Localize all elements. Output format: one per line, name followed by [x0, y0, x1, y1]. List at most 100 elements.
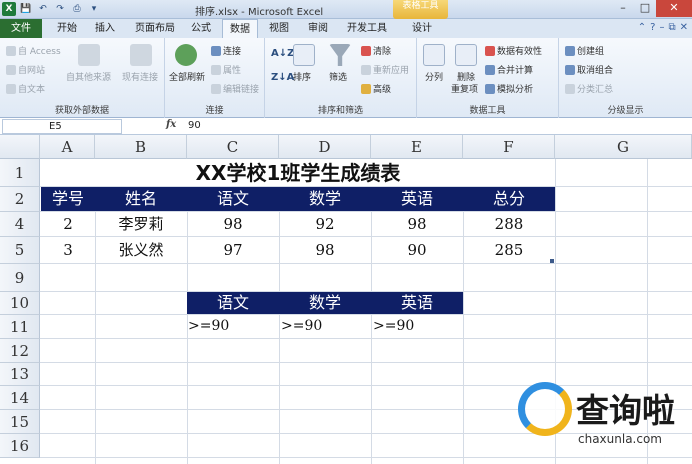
web-icon [6, 65, 16, 75]
sort-za-icon[interactable]: Z↓A [271, 72, 294, 83]
tab-review[interactable]: 审阅 [300, 19, 336, 38]
table-cell[interactable]: 288 [463, 212, 555, 236]
column-header-b[interactable]: B [95, 135, 187, 159]
header-cell-total[interactable]: 总分 [463, 187, 555, 211]
clear-filter-button[interactable]: 清除 [361, 44, 391, 57]
redo-icon[interactable]: ↷ [53, 2, 67, 16]
column-header-f[interactable]: F [463, 135, 555, 159]
data-validation-button[interactable]: 数据有效性 [485, 44, 542, 57]
print-icon[interactable]: ⎙ [70, 2, 84, 16]
from-web-button[interactable]: 自网站 [6, 63, 45, 76]
close-icon[interactable]: ✕ [656, 0, 692, 17]
undo-icon[interactable]: ↶ [36, 2, 50, 16]
group-button[interactable]: 创建组 [565, 44, 604, 57]
refresh-all-button[interactable]: 全部刷新 [169, 70, 205, 83]
column-header-a[interactable]: A [40, 135, 95, 159]
reapply-button[interactable]: 重新应用 [361, 63, 409, 76]
what-if-button[interactable]: 模拟分析 [485, 82, 533, 95]
text-to-columns-button[interactable]: 分列 [425, 70, 443, 83]
close-workbook-icon[interactable]: ✕ [680, 22, 688, 33]
table-cell[interactable]: 张义然 [95, 237, 187, 263]
table-cell[interactable]: 285 [463, 237, 555, 263]
sheet-title: XX学校1班学生成绩表 [195, 161, 401, 185]
tab-formulas[interactable]: 公式 [184, 19, 218, 38]
tab-data[interactable]: 数据 [222, 19, 258, 38]
ungroup-button[interactable]: 取消组合 [565, 63, 613, 76]
row-header-10[interactable]: 10 [0, 292, 40, 315]
connections-button[interactable]: 连接 [211, 44, 241, 57]
customize-icon[interactable]: ▾ [87, 2, 101, 16]
row-header-11[interactable]: 11 [0, 315, 40, 339]
tab-design[interactable]: 设计 [402, 19, 442, 38]
criteria-value-english[interactable]: >=90 [373, 318, 414, 334]
table-resize-handle[interactable] [550, 259, 554, 263]
from-text-button[interactable]: 自文本 [6, 82, 45, 95]
minimize-icon[interactable]: – [612, 0, 634, 17]
row-header-14[interactable]: 14 [0, 386, 40, 410]
filter-button[interactable]: 筛选 [329, 70, 347, 83]
header-cell-math[interactable]: 数学 [279, 187, 371, 211]
table-cell[interactable]: 90 [371, 237, 463, 263]
insert-function-icon[interactable]: fx [166, 119, 176, 130]
existing-connections-button[interactable]: 现有连接 [122, 70, 158, 83]
criteria-header-chinese[interactable]: 语文 [187, 292, 279, 314]
column-header-d[interactable]: D [279, 135, 371, 159]
table-cell[interactable]: 3 [41, 237, 95, 263]
from-access-button[interactable]: 自 Access [6, 44, 61, 57]
restore-workbook-icon[interactable]: ⧉ [668, 22, 675, 33]
row-header-5[interactable]: 5 [0, 237, 40, 264]
row-header-4[interactable]: 4 [0, 212, 40, 237]
row-header-2[interactable]: 2 [0, 187, 40, 212]
table-cell[interactable]: 98 [279, 237, 371, 263]
consolidate-button[interactable]: 合并计算 [485, 63, 533, 76]
tab-insert[interactable]: 插入 [88, 19, 122, 38]
header-cell-name[interactable]: 姓名 [95, 187, 187, 211]
table-cell[interactable]: 97 [187, 237, 279, 263]
column-header-e[interactable]: E [371, 135, 463, 159]
row-header-15[interactable]: 15 [0, 410, 40, 434]
save-icon[interactable]: 💾 [19, 2, 33, 16]
other-sources-button[interactable]: 自其他来源 [66, 70, 111, 83]
subtotal-button[interactable]: 分类汇总 [565, 82, 613, 95]
column-header-c[interactable]: C [187, 135, 279, 159]
row-header-12[interactable]: 12 [0, 339, 40, 363]
maximize-icon[interactable]: □ [634, 0, 656, 17]
header-cell-chinese[interactable]: 语文 [187, 187, 279, 211]
tab-view[interactable]: 视图 [262, 19, 296, 38]
tab-page-layout[interactable]: 页面布局 [128, 19, 182, 38]
minimize-workbook-icon[interactable]: – [659, 22, 664, 33]
row-header-16[interactable]: 16 [0, 434, 40, 458]
row-header-9[interactable]: 9 [0, 264, 40, 292]
access-icon [6, 46, 16, 56]
column-header-g[interactable]: G [555, 135, 692, 159]
table-cell[interactable]: 98 [371, 212, 463, 236]
advanced-filter-button[interactable]: 高级 [361, 82, 391, 95]
tab-home[interactable]: 开始 [50, 19, 84, 38]
criteria-value-math[interactable]: >=90 [281, 318, 322, 334]
edit-links-button[interactable]: 编辑链接 [211, 82, 259, 95]
text-to-columns-icon [423, 44, 445, 66]
row-header-13[interactable]: 13 [0, 363, 40, 386]
table-cell[interactable]: 2 [41, 212, 95, 236]
help-icon[interactable]: ? [650, 22, 655, 33]
tab-developer[interactable]: 开发工具 [340, 19, 394, 38]
table-cell[interactable]: 92 [279, 212, 371, 236]
header-cell-id[interactable]: 学号 [41, 187, 95, 211]
criteria-header-english[interactable]: 英语 [371, 292, 463, 314]
sort-button[interactable]: 排序 [293, 70, 311, 83]
clear-icon [361, 46, 371, 56]
criteria-header-math[interactable]: 数学 [279, 292, 371, 314]
header-cell-english[interactable]: 英语 [371, 187, 463, 211]
name-box[interactable]: E5 [2, 119, 122, 134]
row-header-1[interactable]: 1 [0, 159, 40, 187]
tab-file[interactable]: 文件 [0, 19, 42, 38]
collapse-ribbon-icon[interactable]: ⌃ [638, 22, 646, 33]
excel-icon[interactable]: X [2, 2, 16, 16]
criteria-value-chinese[interactable]: >=90 [188, 318, 229, 334]
properties-button[interactable]: 属性 [211, 63, 241, 76]
table-cell[interactable]: 李罗莉 [95, 212, 187, 236]
sort-az-icon[interactable]: A↓Z [271, 48, 294, 59]
formula-input[interactable]: 90 [188, 120, 201, 131]
table-cell[interactable]: 98 [187, 212, 279, 236]
select-all-corner[interactable] [0, 135, 40, 159]
